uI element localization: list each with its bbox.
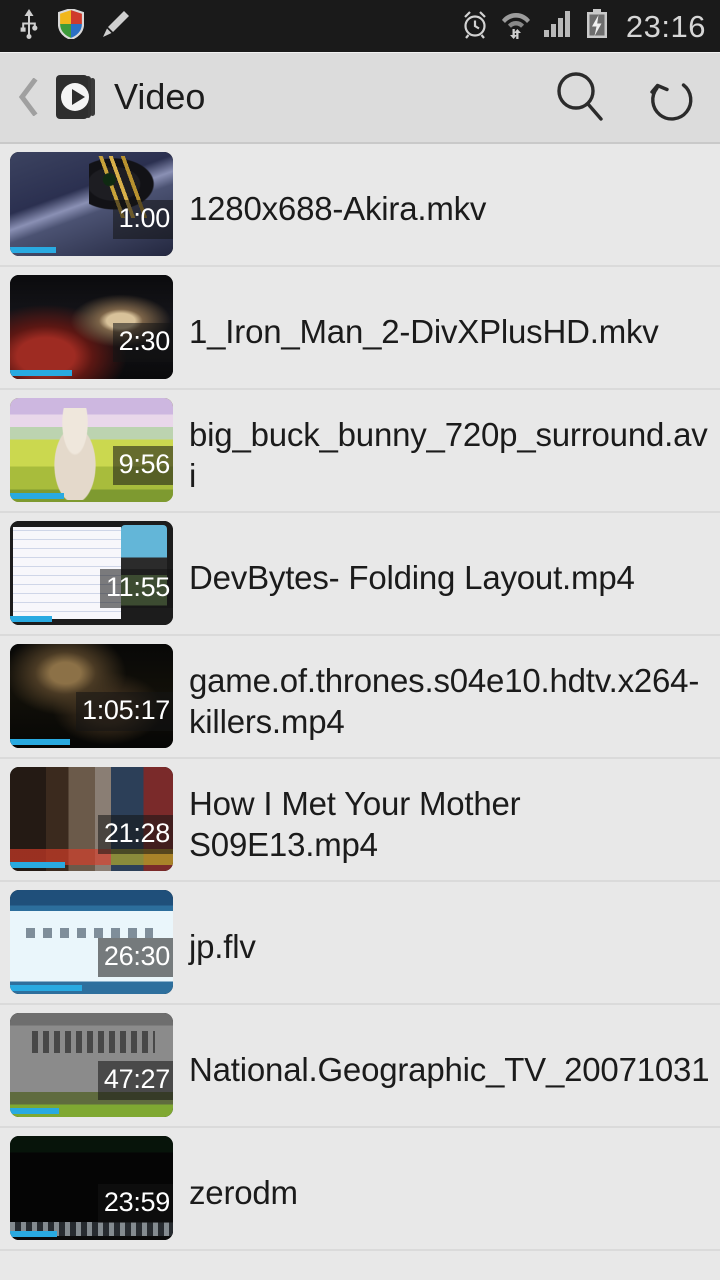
watch-progress-fill <box>10 862 66 868</box>
video-app-icon <box>56 75 100 119</box>
video-list-item[interactable]: 9:56 big_buck_bunny_720p_surround.avi <box>0 390 720 513</box>
duration-badge: 21:28 <box>97 815 173 854</box>
watch-progress-bar <box>10 616 173 622</box>
video-list-item[interactable]: 1:05:17 game.of.thrones.s04e10.hdtv.x264-… <box>0 636 720 759</box>
alarm-clock-icon <box>461 9 489 44</box>
video-title: How I Met Your Mother S09E13.mp4 <box>189 784 521 863</box>
status-bar: 23:16 <box>0 0 720 52</box>
video-title: 1280x688-Akira.mkv <box>189 190 487 227</box>
duration-badge: 11:55 <box>99 569 173 608</box>
watch-progress-bar <box>10 739 173 745</box>
watch-progress-fill <box>10 1231 58 1237</box>
watch-progress-fill <box>10 616 53 622</box>
video-title: jp.flv <box>189 928 256 965</box>
chevron-left-icon <box>18 78 38 116</box>
status-bar-clock: 23:16 <box>625 8 706 44</box>
video-thumbnail[interactable]: 1:05:17 <box>10 644 173 748</box>
video-title: DevBytes- Folding Layout.mp4 <box>189 559 635 596</box>
video-list[interactable]: 1:00 1280x688-Akira.mkv 2:30 1_Iron_Man_2-D… <box>0 144 720 1251</box>
pencil-edit-icon <box>102 10 130 43</box>
video-thumbnail[interactable]: 21:28 <box>10 767 173 871</box>
video-list-item[interactable]: 23:59 zerodm <box>0 1128 720 1251</box>
duration-badge: 26:30 <box>97 938 173 977</box>
watch-progress-fill <box>10 493 64 499</box>
video-thumbnail[interactable]: 2:30 <box>10 275 173 379</box>
status-bar-left-icons <box>18 7 130 44</box>
action-bar: Video <box>0 52 720 144</box>
watch-progress-bar <box>10 493 173 499</box>
watch-progress-bar <box>10 1231 173 1237</box>
video-thumbnail[interactable]: 9:56 <box>10 398 173 502</box>
watch-progress-bar <box>10 247 173 253</box>
status-bar-right-icons: 23:16 <box>461 8 706 44</box>
usb-icon <box>18 8 40 44</box>
video-thumbnail[interactable]: 23:59 <box>10 1136 173 1240</box>
watch-progress-fill <box>10 739 71 745</box>
duration-badge: 1:00 <box>112 200 173 239</box>
video-list-item[interactable]: 2:30 1_Iron_Man_2-DivXPlusHD.mkv <box>0 267 720 390</box>
video-title: zerodm <box>189 1174 298 1211</box>
duration-badge: 47:27 <box>97 1061 173 1100</box>
video-list-item[interactable]: 11:55 DevBytes- Folding Layout.mp4 <box>0 513 720 636</box>
watch-progress-bar <box>10 370 173 376</box>
video-thumbnail[interactable]: 1:00 <box>10 152 173 256</box>
video-thumbnail[interactable]: 47:27 <box>10 1013 173 1117</box>
duration-badge: 9:56 <box>112 446 173 485</box>
watch-progress-bar <box>10 862 173 868</box>
video-list-item[interactable]: 26:30 jp.flv <box>0 882 720 1005</box>
battery-charging-icon <box>585 8 609 44</box>
wifi-transfer-icon <box>501 9 531 44</box>
search-icon <box>557 72 603 121</box>
video-title: big_buck_bunny_720p_surround.avi <box>189 415 708 494</box>
duration-badge: 23:59 <box>97 1184 173 1223</box>
security-shield-icon <box>57 7 85 44</box>
search-button[interactable] <box>552 66 608 128</box>
back-button[interactable] <box>8 69 48 125</box>
duration-badge: 2:30 <box>112 323 173 362</box>
video-title: game.of.thrones.s04e10.hdtv.x264-killers… <box>189 661 700 740</box>
watch-progress-bar <box>10 1108 173 1114</box>
page-title: Video <box>114 76 206 117</box>
video-thumbnail[interactable]: 26:30 <box>10 890 173 994</box>
video-title: National.Geographic_TV_20071031 <box>189 1051 710 1088</box>
duration-badge: 1:05:17 <box>76 692 173 731</box>
watch-progress-fill <box>10 985 82 991</box>
refresh-icon <box>650 83 693 121</box>
watch-progress-bar <box>10 985 173 991</box>
video-list-item[interactable]: 47:27 National.Geographic_TV_20071031 <box>0 1005 720 1128</box>
action-bar-buttons <box>552 66 698 128</box>
cellular-signal-icon <box>543 10 573 43</box>
video-title: 1_Iron_Man_2-DivXPlusHD.mkv <box>189 313 659 350</box>
watch-progress-fill <box>10 247 56 253</box>
watch-progress-fill <box>10 370 72 376</box>
refresh-button[interactable] <box>642 66 698 128</box>
video-thumbnail[interactable]: 11:55 <box>10 521 173 625</box>
video-list-item[interactable]: 1:00 1280x688-Akira.mkv <box>0 144 720 267</box>
watch-progress-fill <box>10 1108 59 1114</box>
video-list-item[interactable]: 21:28 How I Met Your Mother S09E13.mp4 <box>0 759 720 882</box>
